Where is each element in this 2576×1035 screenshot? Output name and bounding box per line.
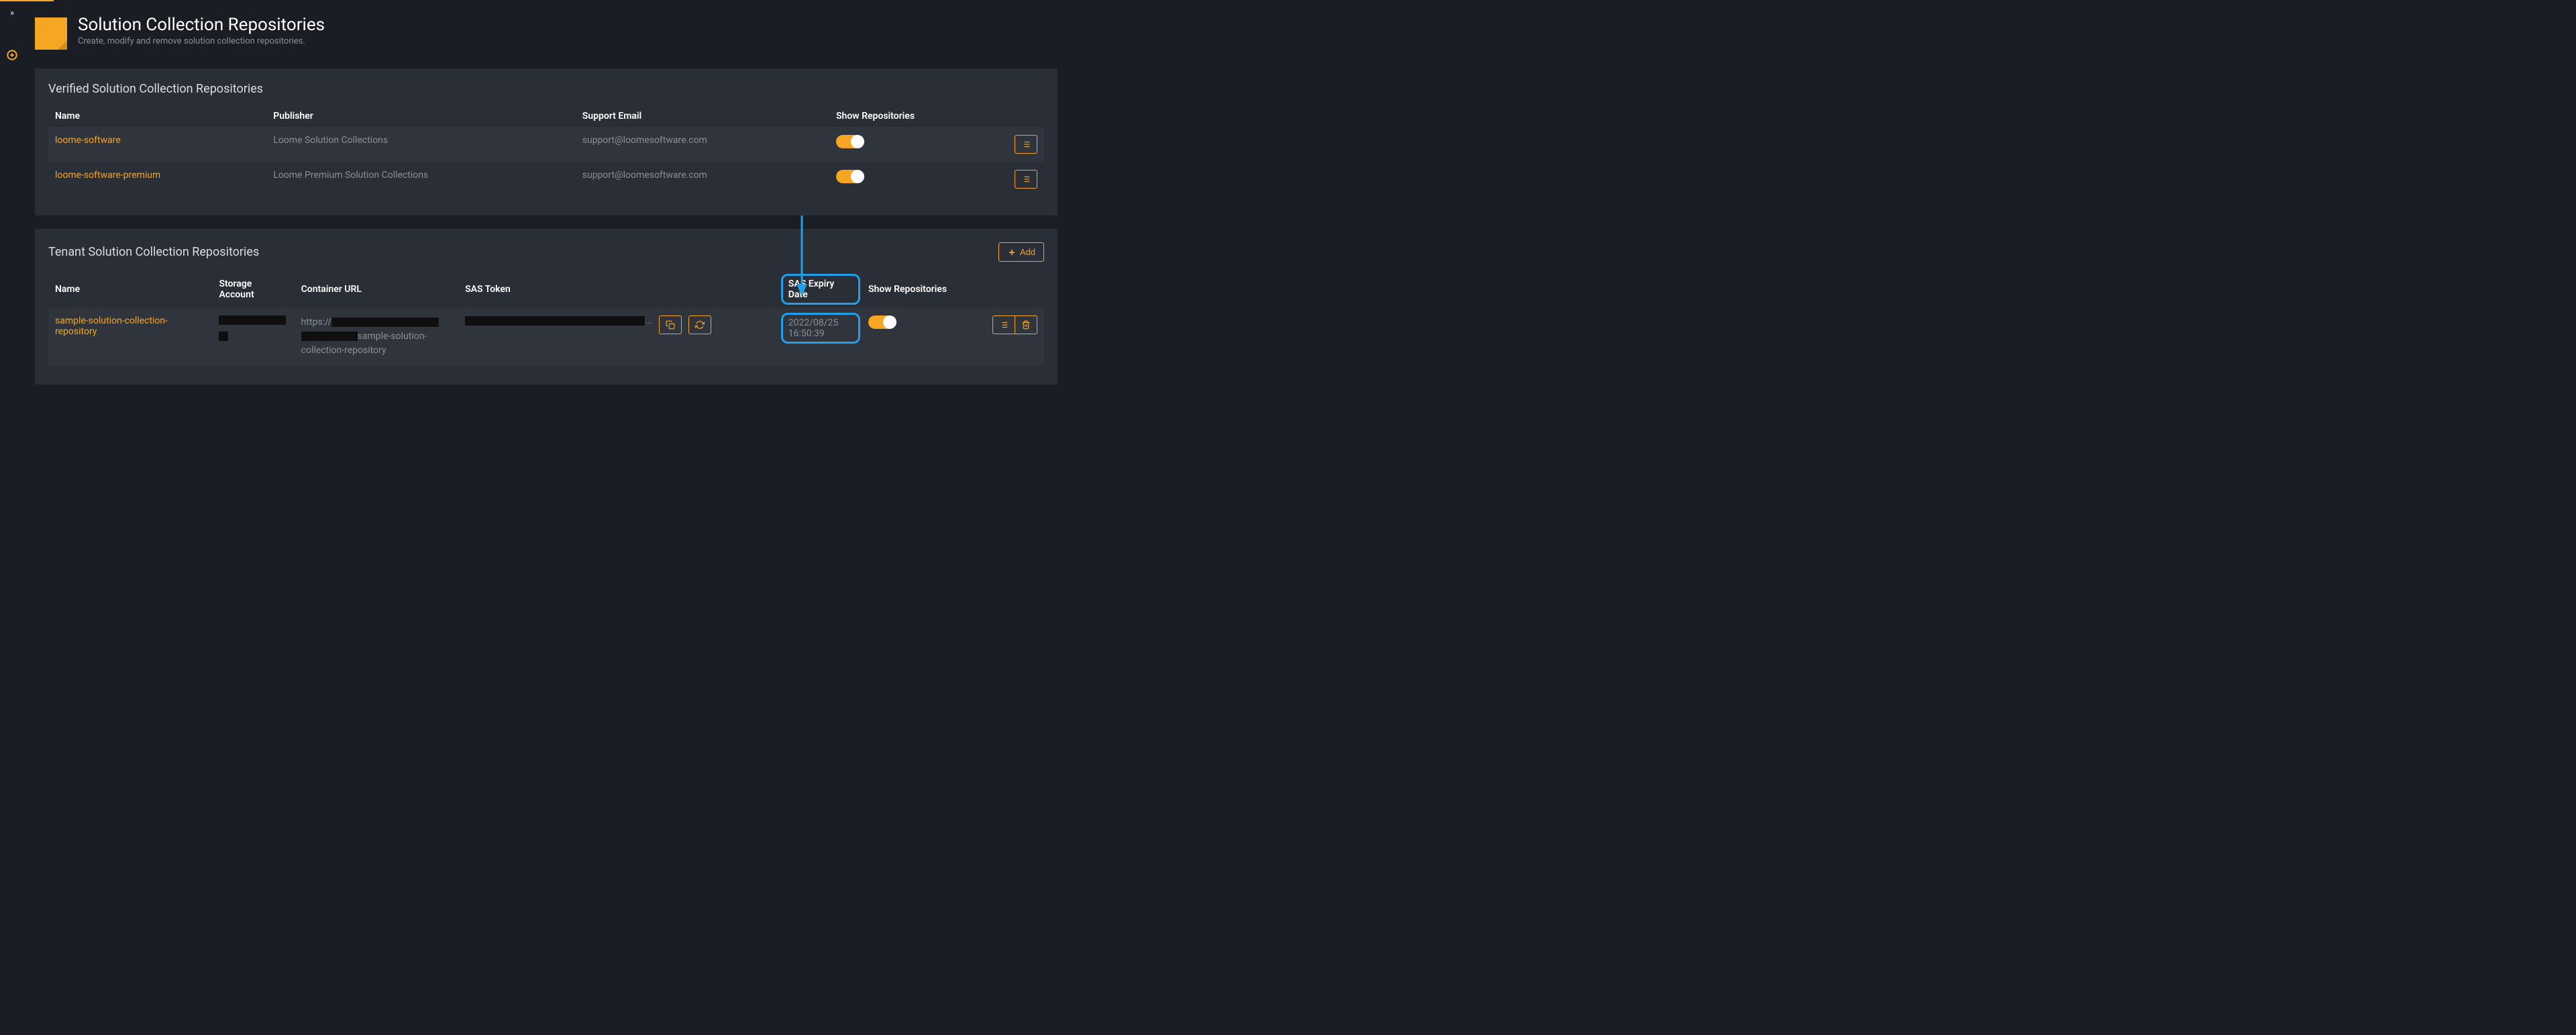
col-expiry: SAS Expiry Date: [780, 271, 862, 307]
list-icon: [999, 320, 1009, 330]
tenant-panel: Tenant Solution Collection Repositories …: [35, 229, 1058, 385]
list-icon: [1021, 175, 1031, 184]
left-rail: »: [0, 3, 24, 414]
repo-url: https:// sample-solution-collection-repo…: [295, 307, 458, 366]
plus-icon: [1007, 248, 1017, 257]
repo-token: ...: [458, 307, 780, 366]
col-name: Name: [48, 105, 266, 127]
verified-panel: Verified Solution Collection Repositorie…: [35, 68, 1058, 215]
refresh-token-button[interactable]: [688, 315, 711, 334]
repo-publisher: Loome Premium Solution Collections: [266, 162, 575, 197]
col-publisher: Publisher: [266, 105, 575, 127]
repo-support: support@loomesoftware.com: [576, 127, 829, 162]
show-repos-toggle[interactable]: [836, 135, 863, 148]
col-show: Show Repositories: [862, 271, 984, 307]
repo-storage: [212, 307, 294, 366]
show-repos-toggle[interactable]: [836, 170, 863, 183]
col-token: SAS Token: [458, 271, 780, 307]
copy-icon: [666, 320, 675, 330]
add-icon[interactable]: [7, 50, 17, 64]
list-button[interactable]: [1015, 170, 1037, 189]
repo-name-link[interactable]: sample-solution-collection-repository: [55, 315, 168, 337]
col-name: Name: [48, 271, 212, 307]
table-row: loome-software Loome Solution Collection…: [48, 127, 1044, 162]
page-subtitle: Create, modify and remove solution colle…: [78, 36, 325, 46]
delete-button[interactable]: [1015, 315, 1037, 334]
col-url: Container URL: [295, 271, 458, 307]
refresh-icon: [695, 320, 705, 330]
repo-support: support@loomesoftware.com: [576, 162, 829, 197]
page-title: Solution Collection Repositories: [78, 15, 325, 35]
col-show: Show Repositories: [829, 105, 990, 127]
repo-name-link[interactable]: loome-software-premium: [55, 170, 160, 181]
show-repos-toggle[interactable]: [868, 315, 895, 329]
page-header: Solution Collection Repositories Create,…: [35, 15, 1058, 50]
list-button[interactable]: [1015, 135, 1037, 154]
verified-title: Verified Solution Collection Repositorie…: [48, 82, 263, 96]
repo-name-link[interactable]: loome-software: [55, 135, 121, 146]
col-storage: Storage Account: [212, 271, 294, 307]
table-row: sample-solution-collection-repository ht…: [48, 307, 1044, 366]
main-content: Solution Collection Repositories Create,…: [24, 3, 1074, 414]
repo-publisher: Loome Solution Collections: [266, 127, 575, 162]
repo-expiry: 2022/08/25 16:50:39: [780, 307, 862, 366]
verified-table: Name Publisher Support Email Show Reposi…: [48, 105, 1044, 197]
add-button[interactable]: Add: [998, 242, 1044, 262]
expand-sidebar-icon[interactable]: »: [10, 8, 14, 17]
list-icon: [1021, 140, 1031, 149]
list-button[interactable]: [992, 315, 1015, 334]
table-row: loome-software-premium Loome Premium Sol…: [48, 162, 1044, 197]
col-support: Support Email: [576, 105, 829, 127]
trash-icon: [1021, 320, 1031, 330]
copy-token-button[interactable]: [659, 315, 682, 334]
tenant-title: Tenant Solution Collection Repositories: [48, 245, 259, 259]
tenant-table: Name Storage Account Container URL SAS T…: [48, 271, 1044, 366]
page-icon: [35, 17, 67, 50]
